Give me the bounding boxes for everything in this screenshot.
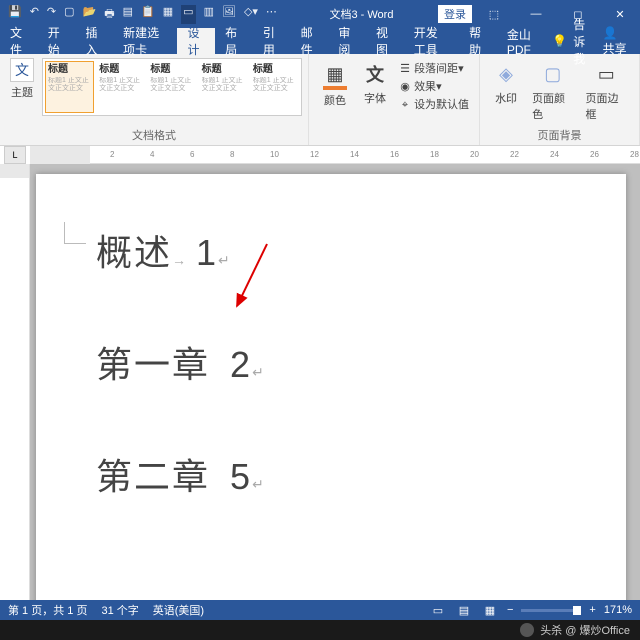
reading-icon[interactable]: ▭ — [181, 5, 195, 24]
set-default-button[interactable]: ⌖ 设为默认值 — [399, 96, 469, 112]
table-icon[interactable]: ▦ — [163, 5, 173, 24]
tab-home[interactable]: 开始 — [38, 28, 76, 54]
status-page[interactable]: 第 1 页，共 1 页 — [8, 602, 87, 618]
workspace: 概述→1↵ 第一章 2↵ 第二章 5↵ — [0, 164, 640, 620]
page-color-icon: ▢ — [539, 60, 567, 88]
tab-layout[interactable]: 布局 — [215, 28, 253, 54]
status-words[interactable]: 31 个字 — [101, 602, 138, 618]
zoom-out-icon[interactable]: − — [507, 604, 513, 616]
view-web-icon[interactable]: ▦ — [481, 604, 499, 617]
watermark-button[interactable]: ◈ 水印 — [486, 58, 526, 124]
horizontal-ruler[interactable]: 2 4 6 8 10 12 14 16 18 20 22 24 26 28 — [30, 146, 640, 164]
new-icon[interactable]: ▢ — [64, 5, 74, 24]
formatting-group: ▦ 颜色 文 字体 ☰ 段落间距▾ ◉ 效果▾ ⌖ 设为默认值 — [309, 54, 480, 145]
gallery-item[interactable]: 标题标题1 正文正文正文正文 — [45, 61, 94, 113]
document-page[interactable]: 概述→1↵ 第一章 2↵ 第二章 5↵ — [36, 174, 626, 620]
themes-icon: 文 — [10, 58, 34, 82]
toc-line-2[interactable]: 第一章 2↵ — [96, 336, 566, 388]
page-bg-group: ◈ 水印 ▢ 页面颜色 ▭ 页面边框 页面背景 — [480, 54, 640, 145]
bulb-icon: 💡 — [552, 34, 567, 48]
tab-help[interactable]: 帮助 — [459, 28, 497, 54]
gallery-item[interactable]: 标题标题1 正文正文正文正文 — [250, 61, 299, 113]
undo-icon[interactable]: ↶ — [30, 5, 39, 24]
save-icon[interactable]: 💾 — [8, 5, 22, 24]
group-label-page-bg: 页面背景 — [486, 125, 633, 143]
tab-dev[interactable]: 开发工具 — [404, 28, 459, 54]
open-icon[interactable]: 📂 — [83, 5, 97, 24]
tab-design[interactable]: 设计 — [177, 28, 215, 54]
para-spacing-button[interactable]: ☰ 段落间距▾ — [399, 60, 469, 76]
colors-icon: ▦ — [321, 60, 349, 88]
redo-icon[interactable]: ↷ — [47, 5, 56, 24]
toc-line-1[interactable]: 概述→1↵ — [96, 224, 566, 276]
print-icon[interactable]: 🖶 — [104, 5, 114, 24]
minimize-icon[interactable]: — — [516, 0, 556, 28]
view-print-icon[interactable]: ▤ — [455, 604, 473, 617]
page-border-icon: ▭ — [592, 60, 620, 88]
avatar-icon — [520, 623, 534, 637]
tab-insert[interactable]: 插入 — [75, 28, 113, 54]
ribbon: 文 主题 标题标题1 正文正文正文正文 标题标题1 正文正文正文正文 标题标题1… — [0, 54, 640, 146]
quick-access-toolbar: 💾 ↶ ↷ ▢ 📂 🖶 ▤ 📋 ▦ ▭ ▥ 🖼 ◇▾ ⋯ — [0, 5, 285, 24]
fonts-icon: 文 — [361, 60, 389, 88]
tab-file[interactable]: 文件 — [0, 28, 38, 54]
ruler-corner[interactable]: L — [4, 146, 26, 164]
gallery-item[interactable]: 标题标题1 正文正文正文正文 — [96, 61, 145, 113]
gallery-item[interactable]: 标题标题1 正文正文正文正文 — [199, 61, 248, 113]
picture-icon[interactable]: 🖼 — [222, 5, 236, 24]
fonts-button[interactable]: 文 字体 — [355, 58, 395, 143]
status-bar: 第 1 页，共 1 页 31 个字 英语(美国) ▭ ▤ ▦ − + 171% — [0, 600, 640, 620]
ribbon-tabs: 文件 开始 插入 新建选项卡 设计 布局 引用 邮件 审阅 视图 开发工具 帮助… — [0, 28, 640, 54]
colors-button[interactable]: ▦ 颜色 — [315, 58, 355, 143]
status-lang[interactable]: 英语(美国) — [153, 602, 204, 618]
page-border-button[interactable]: ▭ 页面边框 — [580, 58, 633, 124]
watermark-icon: ◈ — [492, 60, 520, 88]
margin-mark — [64, 222, 86, 244]
format-options: ☰ 段落间距▾ ◉ 效果▾ ⌖ 设为默认值 — [395, 58, 473, 143]
tab-pdf[interactable]: 金山PDF — [497, 28, 552, 54]
zoom-level[interactable]: 171% — [604, 604, 632, 616]
source-watermark: 头杀 @ 爆炒Office — [0, 620, 640, 640]
themes-button[interactable]: 文 主题 — [6, 58, 38, 116]
shape-icon[interactable]: ◇▾ — [244, 5, 258, 24]
page-color-button[interactable]: ▢ 页面颜色 — [526, 58, 579, 124]
toc-line-3[interactable]: 第二章 5↵ — [96, 448, 566, 500]
zoom-slider[interactable] — [521, 609, 581, 612]
ruler-area: L 2 4 6 8 10 12 14 16 18 20 22 24 26 28 — [0, 146, 640, 164]
tab-view[interactable]: 视图 — [366, 28, 404, 54]
more-icon[interactable]: ⋯ — [266, 5, 277, 24]
login-button[interactable]: 登录 — [438, 5, 472, 23]
tab-references[interactable]: 引用 — [253, 28, 291, 54]
themes-group: 文 主题 标题标题1 正文正文正文正文 标题标题1 正文正文正文正文 标题标题1… — [0, 54, 309, 145]
zoom-in-icon[interactable]: + — [589, 604, 595, 616]
watermark-text: 头杀 @ 爆炒Office — [540, 622, 630, 638]
view-read-icon[interactable]: ▭ — [429, 604, 447, 617]
effects-button[interactable]: ◉ 效果▾ — [399, 78, 469, 94]
window-title: 文档3 - Word — [285, 6, 438, 22]
grid-icon[interactable]: ▥ — [204, 5, 214, 24]
paste-icon[interactable]: 📋 — [141, 5, 155, 24]
gallery-item[interactable]: 标题标题1 正文正文正文正文 — [147, 61, 196, 113]
tab-newtab[interactable]: 新建选项卡 — [113, 28, 177, 54]
tab-review[interactable]: 审阅 — [328, 28, 366, 54]
page-area[interactable]: 概述→1↵ 第一章 2↵ 第二章 5↵ — [30, 164, 640, 620]
style-gallery[interactable]: 标题标题1 正文正文正文正文 标题标题1 正文正文正文正文 标题标题1 正文正文… — [42, 58, 302, 116]
share-button[interactable]: 👤 共享 — [603, 26, 630, 57]
preview-icon[interactable]: ▤ — [123, 5, 133, 24]
vertical-ruler[interactable] — [0, 164, 30, 620]
tab-mail[interactable]: 邮件 — [291, 28, 329, 54]
group-label-doc-format: 文档格式 — [6, 125, 302, 143]
